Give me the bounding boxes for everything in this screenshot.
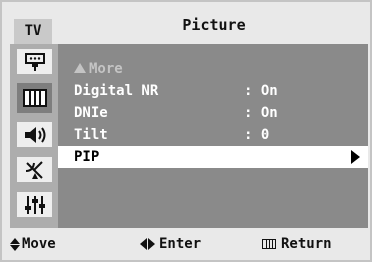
- submenu-arrow-icon: [351, 150, 360, 164]
- menu-icon: [262, 239, 276, 249]
- more-item[interactable]: More: [58, 58, 368, 80]
- return-hint: Return: [262, 236, 332, 252]
- left-right-icon: [140, 238, 155, 250]
- more-label: More: [89, 61, 123, 77]
- sound-icon[interactable]: [17, 122, 52, 147]
- menu-item-value: : 0: [244, 127, 270, 143]
- return-label: Return: [281, 236, 332, 252]
- up-arrow-icon: [74, 63, 86, 73]
- menu-item-dnie[interactable]: DNIe : On: [58, 102, 368, 124]
- menu-item-label: PIP: [74, 149, 100, 165]
- menu-item-pip[interactable]: PIP: [58, 146, 368, 168]
- up-down-icon: [10, 237, 20, 251]
- footer-help: Move Enter Return: [4, 230, 368, 260]
- menu-item-label: Digital NR: [74, 83, 159, 99]
- input-icon[interactable]: [17, 49, 52, 74]
- move-hint: Move: [10, 236, 56, 252]
- tv-label: TV: [14, 19, 52, 44]
- setup-icon[interactable]: [17, 192, 52, 217]
- menu-item-value: : On: [244, 83, 278, 99]
- menu-item-digital-nr[interactable]: Digital NR : On: [58, 80, 368, 102]
- move-label: Move: [22, 236, 56, 252]
- title-bar: TV Picture: [4, 4, 368, 44]
- menu-panel: More Digital NR : On DNIe : On Tilt : 0 …: [58, 44, 368, 228]
- enter-label: Enter: [159, 236, 202, 252]
- picture-icon[interactable]: [17, 83, 52, 113]
- menu-item-tilt[interactable]: Tilt : 0: [58, 124, 368, 146]
- osd-window: TV Picture More Digital NR: On DNIe: O…: [0, 0, 372, 262]
- sidebar: [10, 44, 58, 228]
- page-title: Picture: [182, 16, 246, 34]
- enter-hint: Enter: [140, 236, 201, 252]
- channel-icon[interactable]: [17, 157, 52, 182]
- menu-item-label: Tilt: [74, 127, 108, 143]
- menu-item-value: : On: [244, 105, 278, 121]
- menu-item-label: DNIe: [74, 105, 108, 121]
